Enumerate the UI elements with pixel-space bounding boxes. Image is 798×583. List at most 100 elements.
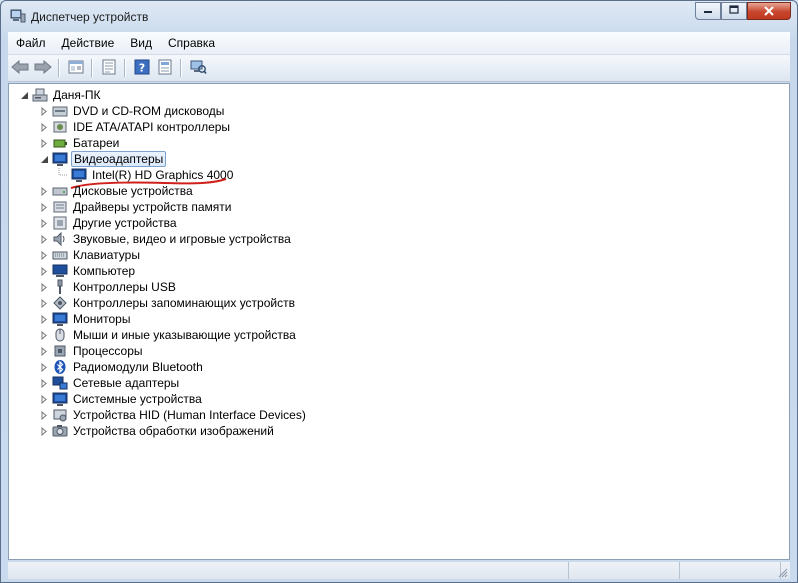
category-label: DVD и CD-ROM дисководы — [73, 104, 225, 118]
category-label: Драйверы устройств памяти — [73, 200, 232, 214]
properties-button[interactable] — [98, 57, 120, 79]
show-hide-tree-icon — [68, 59, 84, 78]
category-label: IDE ATA/ATAPI контроллеры — [73, 120, 231, 134]
status-cell-secondary — [569, 562, 680, 579]
tree-category[interactable]: Контроллеры запоминающих устройств — [39, 295, 297, 311]
category-label: Мониторы — [73, 312, 131, 326]
toolbar: ? — [8, 55, 790, 82]
expand-arrow-icon[interactable] — [39, 297, 49, 309]
storage-controller-icon — [52, 295, 68, 311]
tree-category[interactable]: Батареи — [39, 135, 121, 151]
category-label: Системные устройства — [73, 392, 202, 406]
properties-icon — [102, 59, 116, 78]
bluetooth-icon — [52, 359, 68, 375]
tree-category[interactable]: Контроллеры USB — [39, 279, 178, 295]
category-label: Компьютер — [73, 264, 136, 278]
toolbar-separator — [180, 59, 182, 77]
tree-category[interactable]: Устройства обработки изображений — [39, 423, 276, 439]
other-devices-icon — [52, 215, 68, 231]
category-label-selected: Видеоадаптеры — [71, 151, 167, 167]
tree-category[interactable]: DVD и CD-ROM дисководы — [39, 103, 226, 119]
category-label: Звуковые, видео и игровые устройства — [73, 232, 291, 246]
expand-arrow-icon[interactable] — [39, 377, 49, 389]
category-label: Контроллеры запоминающих устройств — [73, 296, 295, 310]
collapse-arrow-icon[interactable] — [39, 153, 49, 165]
monitor-icon — [52, 311, 68, 327]
collapse-arrow-icon[interactable] — [19, 89, 29, 101]
close-icon — [764, 4, 774, 19]
tree-root[interactable]: Даня-ПК — [19, 87, 103, 103]
category-label: Устройства HID (Human Interface Devices) — [73, 408, 306, 422]
mouse-icon — [52, 327, 68, 343]
expand-arrow-icon[interactable] — [39, 201, 49, 213]
expand-arrow-icon[interactable] — [39, 217, 49, 229]
expand-arrow-icon[interactable] — [39, 265, 49, 277]
tree-category[interactable]: Драйверы устройств памяти — [39, 199, 233, 215]
maximize-icon — [729, 5, 739, 17]
tree-category[interactable]: Компьютер — [39, 263, 137, 279]
tree-category[interactable]: Звуковые, видео и игровые устройства — [39, 231, 293, 247]
close-button[interactable] — [747, 2, 791, 20]
expand-arrow-icon[interactable] — [39, 393, 49, 405]
tree-category[interactable]: Другие устройства — [39, 215, 179, 231]
expand-arrow-icon[interactable] — [39, 185, 49, 197]
svg-text:?: ? — [139, 61, 145, 74]
forward-button[interactable] — [32, 57, 54, 79]
help-button[interactable]: ? — [131, 57, 153, 79]
device-tree[interactable]: Даня-ПК DVD и CD-ROM дисководы IDE ATA/A… — [8, 83, 790, 560]
show-hide-tree-button[interactable] — [65, 57, 87, 79]
tree-category[interactable]: Мыши и иные указывающие устройства — [39, 327, 298, 343]
resize-grip-icon[interactable] — [778, 567, 788, 578]
minimize-icon — [703, 5, 713, 17]
hid-icon — [52, 407, 68, 423]
expand-arrow-icon[interactable] — [39, 281, 49, 293]
storage-driver-icon — [52, 199, 68, 215]
tree-category[interactable]: Устройства HID (Human Interface Devices) — [39, 407, 308, 423]
tree-category[interactable]: Дисковые устройства — [39, 183, 195, 199]
title-bar[interactable]: Диспетчер устройств — [1, 1, 797, 31]
back-button[interactable] — [9, 57, 31, 79]
maximize-button[interactable] — [721, 2, 747, 20]
tree-category[interactable]: Клавиатуры — [39, 247, 142, 263]
tree-category[interactable]: Мониторы — [39, 311, 132, 327]
back-arrow-icon — [11, 59, 29, 77]
scan-hardware-button[interactable] — [187, 57, 209, 79]
forward-arrow-icon — [34, 59, 52, 77]
imaging-devices-icon — [52, 423, 68, 439]
tree-category[interactable]: Видеоадаптеры — [39, 151, 167, 167]
expand-arrow-icon[interactable] — [39, 345, 49, 357]
expand-arrow-icon[interactable] — [39, 105, 49, 117]
category-label: Другие устройства — [73, 216, 177, 230]
menu-action[interactable]: Действие — [54, 36, 123, 50]
system-devices-icon — [52, 391, 68, 407]
menu-view[interactable]: Вид — [122, 36, 160, 50]
expand-arrow-icon[interactable] — [39, 137, 49, 149]
tree-category[interactable]: Сетевые адаптеры — [39, 375, 181, 391]
tree-category[interactable]: IDE ATA/ATAPI контроллеры — [39, 119, 232, 135]
tree-category[interactable]: Системные устройства — [39, 391, 204, 407]
tree-connector-line — [58, 168, 68, 181]
expand-arrow-icon[interactable] — [39, 329, 49, 341]
ide-controller-icon — [52, 119, 68, 135]
battery-icon — [52, 135, 68, 151]
expand-arrow-icon[interactable] — [39, 249, 49, 261]
menu-file[interactable]: Файл — [8, 36, 54, 50]
status-cell-tertiary — [680, 562, 781, 579]
minimize-button[interactable] — [695, 2, 721, 20]
tree-category[interactable]: Радиомодули Bluetooth — [39, 359, 205, 375]
expand-arrow-icon[interactable] — [39, 121, 49, 133]
expand-arrow-icon[interactable] — [39, 233, 49, 245]
properties-sheet-button[interactable] — [154, 57, 176, 79]
toolbar-separator — [124, 59, 126, 77]
menu-help[interactable]: Справка — [160, 36, 223, 50]
category-label: Радиомодули Bluetooth — [73, 360, 203, 374]
help-icon: ? — [134, 59, 150, 78]
disk-drive-icon — [52, 183, 68, 199]
expand-arrow-icon[interactable] — [39, 425, 49, 437]
expand-arrow-icon[interactable] — [39, 361, 49, 373]
tree-category[interactable]: Процессоры — [39, 343, 145, 359]
expand-arrow-icon[interactable] — [39, 313, 49, 325]
expand-arrow-icon[interactable] — [39, 409, 49, 421]
category-label: Сетевые адаптеры — [73, 376, 180, 390]
computer-icon — [52, 263, 68, 279]
